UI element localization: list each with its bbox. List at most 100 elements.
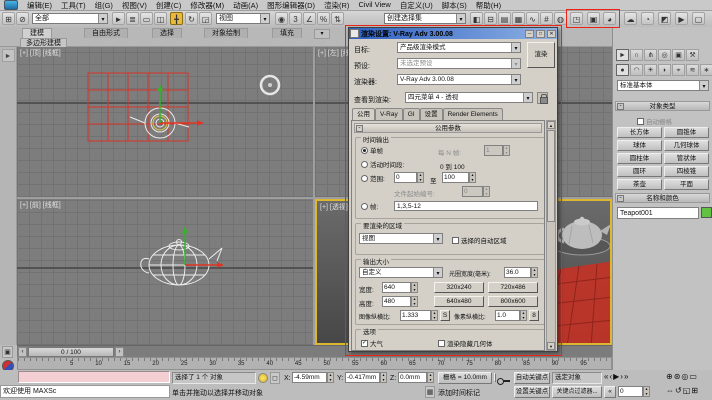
- menu-item[interactable]: 修改器(M): [190, 0, 224, 11]
- dialog-titlebar[interactable]: 渲染设置: V-Ray Adv 3.00.08 ─ □ ✕: [349, 28, 557, 39]
- viewport-label[interactable]: [+] [透视]: [320, 202, 348, 212]
- unlink-selection-icon[interactable]: ⊘: [16, 12, 29, 25]
- z-coordinate-spinner[interactable]: 0.0mm: [398, 372, 434, 383]
- spinner-buttons[interactable]: [469, 172, 476, 183]
- select-object-icon[interactable]: ►: [112, 12, 125, 25]
- chevron-down-icon[interactable]: [511, 59, 520, 68]
- tab-common[interactable]: 公用: [352, 108, 375, 120]
- menu-item[interactable]: 图形编辑器(D): [267, 0, 315, 11]
- maximize-icon[interactable]: □: [536, 30, 545, 38]
- object-color-swatch[interactable]: [701, 207, 712, 218]
- checkbox-icon[interactable]: [637, 118, 644, 125]
- rollout-common-parameters[interactable]: - 公用参数: [354, 123, 542, 133]
- spacewarps-icon[interactable]: ≋: [686, 64, 699, 76]
- menu-item[interactable]: 脚本(S): [442, 0, 467, 11]
- viewport-bottom-left[interactable]: [+] [前] [线框]: [17, 199, 313, 345]
- add-time-tag[interactable]: 添加时间标记: [438, 388, 480, 398]
- chevron-down-icon[interactable]: [260, 14, 269, 23]
- autogrid-checkbox[interactable]: 自动栅格: [637, 116, 672, 126]
- res-320x240-button[interactable]: 320x240: [434, 282, 484, 293]
- every-n-spinner[interactable]: 1: [484, 145, 510, 156]
- rollout-name-color[interactable]: - 名称和颜色: [615, 193, 710, 203]
- primitive-button[interactable]: 茶壶: [617, 179, 662, 190]
- primitive-button[interactable]: 圆环: [617, 166, 662, 177]
- render-button[interactable]: 渲染: [527, 42, 555, 68]
- tab-settings[interactable]: 设置: [420, 108, 443, 120]
- ribbon-tab-freeform[interactable]: 自由形式: [84, 28, 128, 38]
- pixel-aspect-lock-button[interactable]: 8: [529, 310, 539, 321]
- radio-icon[interactable]: [361, 147, 368, 154]
- maximize-viewport-icon[interactable]: ⊞: [691, 386, 698, 395]
- fov-icon[interactable]: ◱: [683, 386, 691, 395]
- checkbox-icon[interactable]: [452, 237, 459, 244]
- zoom-all-icon[interactable]: ⊛: [674, 372, 681, 381]
- layer-manager-icon[interactable]: ▤: [498, 12, 511, 25]
- primitive-button[interactable]: 球体: [617, 140, 662, 151]
- res-800x600-button[interactable]: 800x600: [488, 296, 538, 307]
- selected-object-dropdown[interactable]: 选定对象: [552, 372, 602, 384]
- checkbox-icon[interactable]: [438, 340, 445, 347]
- atmosphere-checkbox[interactable]: 大气: [361, 338, 383, 348]
- range-from-spinner[interactable]: 0: [394, 172, 424, 183]
- spinner-buttons[interactable]: [327, 372, 334, 383]
- collapse-icon[interactable]: -: [356, 125, 363, 132]
- helper-ring-object[interactable]: [261, 76, 279, 94]
- menu-item[interactable]: 创建(C): [156, 0, 181, 11]
- res-720x486-button[interactable]: 720x486: [488, 282, 538, 293]
- menu-item[interactable]: 视图(V): [122, 0, 147, 11]
- create-tab-icon[interactable]: ►: [616, 49, 629, 61]
- named-selection-sets-dropdown[interactable]: 创建选择集: [384, 13, 466, 24]
- set-keys-button[interactable]: [494, 373, 496, 382]
- spinner-buttons[interactable]: [417, 172, 424, 183]
- set-key-button[interactable]: 设置关键点: [514, 386, 550, 398]
- play-icon[interactable]: ▶: [613, 372, 619, 381]
- image-aspect-lock-button[interactable]: S: [440, 310, 450, 321]
- viewport-label[interactable]: [+] [顶] [线框]: [20, 48, 61, 58]
- y-coordinate-spinner[interactable]: -0.417mm: [345, 372, 387, 383]
- curve-editor-icon[interactable]: ∿: [526, 12, 539, 25]
- chevron-down-icon[interactable]: [699, 81, 708, 90]
- maxscript-listener-line[interactable]: [18, 371, 170, 383]
- spinner-buttons[interactable]: [643, 386, 650, 397]
- chevron-down-icon[interactable]: [511, 75, 520, 84]
- spinner-buttons[interactable]: [483, 186, 490, 197]
- radio-single-frame[interactable]: 单帧: [361, 145, 383, 155]
- preset-dropdown[interactable]: 未选定预设: [397, 58, 521, 69]
- width-spinner[interactable]: 640: [382, 282, 418, 293]
- go-to-start-button[interactable]: «: [604, 386, 616, 398]
- ribbon-toggle-icon[interactable]: ▦: [512, 12, 525, 25]
- aperture-spinner[interactable]: 36.0: [504, 267, 538, 278]
- radio-range[interactable]: 范围:: [361, 173, 385, 183]
- auto-key-button[interactable]: 自动关键点: [514, 372, 550, 384]
- selection-filter-dropdown[interactable]: 全部: [32, 13, 108, 24]
- render-iterative-icon[interactable]: ◔: [641, 12, 654, 25]
- auto-region-checkbox[interactable]: 选择的自动区域: [452, 235, 507, 245]
- display-tab-icon[interactable]: ▣: [672, 49, 685, 61]
- maxscript-mini-listener[interactable]: 欢迎使用 MAXSc: [0, 385, 170, 398]
- pixel-aspect-spinner[interactable]: 1.0: [495, 310, 527, 321]
- zoom-icon[interactable]: ⊕: [666, 372, 673, 381]
- ribbon-collapse-icon[interactable]: ▾: [314, 29, 330, 39]
- menu-item[interactable]: 帮助(H): [476, 0, 501, 11]
- angle-snap-icon[interactable]: ∠: [303, 12, 316, 25]
- menu-item[interactable]: 自定义(U): [400, 0, 433, 11]
- lighting-analysis-icon[interactable]: ◩: [658, 12, 671, 25]
- spinner-buttons[interactable]: [411, 282, 418, 293]
- menu-item[interactable]: 工具(T): [61, 0, 86, 11]
- frames-input[interactable]: 1,3,5-12: [394, 201, 538, 211]
- select-and-move-icon[interactable]: ╋: [170, 12, 183, 25]
- isolate-selection-icon[interactable]: ▣: [2, 346, 13, 358]
- prev-frame-arrow-icon[interactable]: ‹: [18, 347, 27, 357]
- range-to-spinner[interactable]: 100: [442, 172, 476, 183]
- primitive-button[interactable]: 圆锥体: [664, 127, 709, 138]
- time-slider-handle[interactable]: 0 / 100: [28, 347, 114, 357]
- render-hidden-checkbox[interactable]: 渲染隐藏几何体: [438, 338, 493, 348]
- renderer-dropdown[interactable]: V-Ray Adv 3.00.08: [397, 74, 521, 85]
- target-dropdown[interactable]: 产品级渲染模式: [397, 42, 521, 53]
- radio-frames[interactable]: 帧:: [361, 201, 378, 211]
- rendered-frame-window-icon[interactable]: ▣: [587, 12, 600, 25]
- spinner-buttons[interactable]: [531, 267, 538, 278]
- collapse-icon[interactable]: -: [617, 195, 624, 202]
- track-bar[interactable]: 5101520253035404550556065707580859095: [17, 357, 612, 370]
- viewport-top-left[interactable]: [+] [顶] [线框]: [17, 47, 313, 197]
